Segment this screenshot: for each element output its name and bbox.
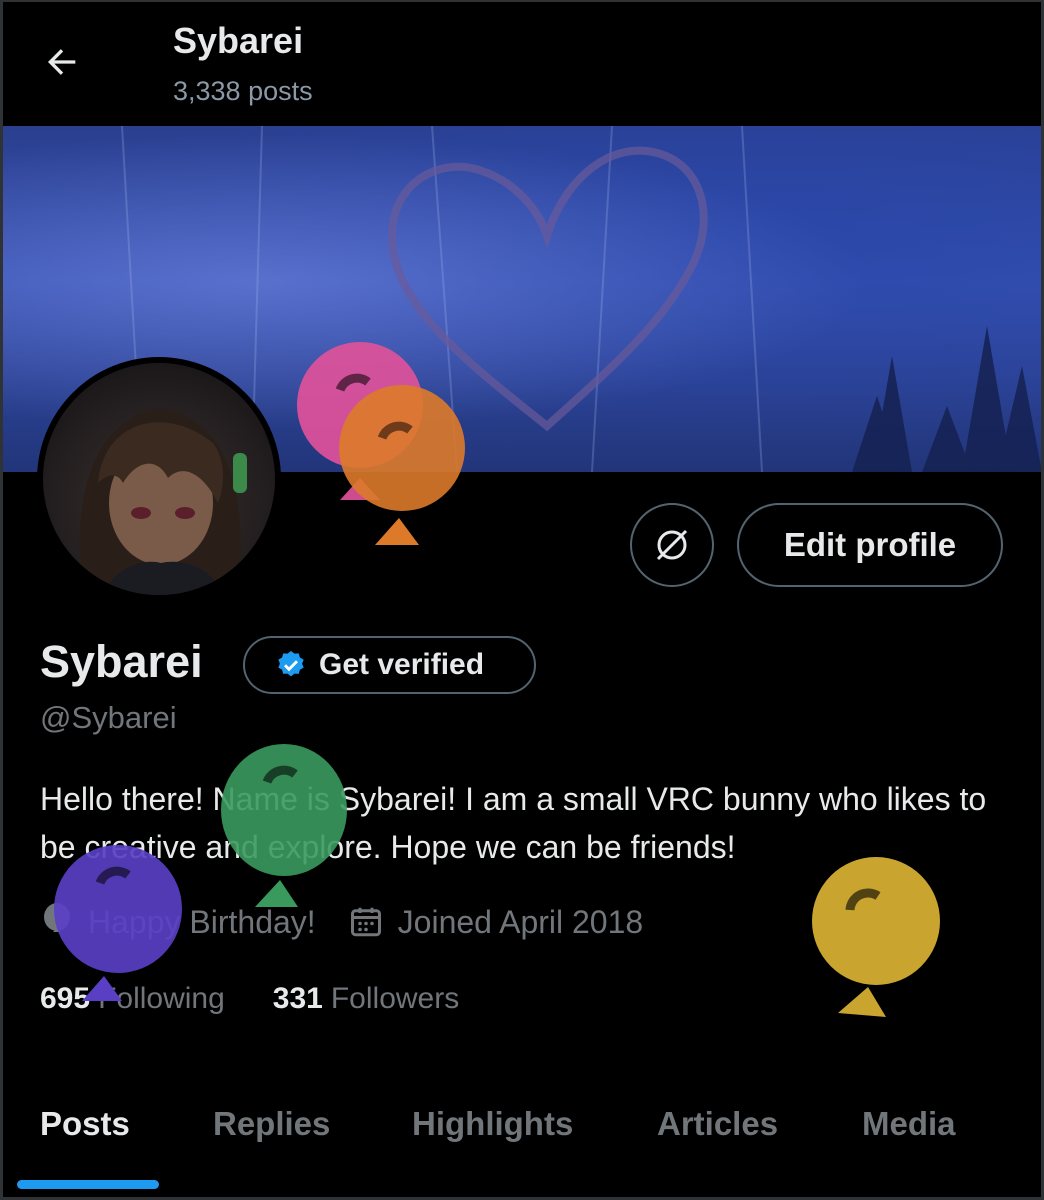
arrow-left-icon — [48, 49, 76, 75]
joined-text: Joined April 2018 — [397, 903, 644, 940]
tab-articles[interactable]: Articles — [657, 1105, 778, 1143]
tab-replies[interactable]: Replies — [213, 1105, 330, 1143]
header-post-count: 3,338 posts — [173, 76, 313, 106]
back-button[interactable] — [38, 38, 86, 86]
tab-posts[interactable]: Posts — [40, 1105, 130, 1143]
tab-media[interactable]: Media — [862, 1105, 956, 1143]
active-tab-indicator — [17, 1180, 159, 1189]
get-verified-button[interactable]: Get verified — [243, 636, 536, 694]
get-verified-label: Get verified — [319, 648, 485, 681]
balloon-green-icon — [221, 744, 347, 907]
followers-label: Followers — [330, 982, 460, 1015]
tab-highlights[interactable]: Highlights — [412, 1105, 573, 1143]
header-title: Sybarei — [173, 20, 304, 61]
verified-badge-icon — [278, 651, 304, 677]
grok-button[interactable] — [630, 503, 714, 587]
profile-handle: @Sybarei — [40, 700, 177, 735]
balloon-orange-icon — [339, 385, 465, 545]
avatar[interactable] — [37, 357, 281, 601]
edit-profile-button[interactable]: Edit profile — [737, 503, 1003, 587]
avatar-image — [43, 363, 275, 595]
joined-item: Joined April 2018 — [348, 903, 644, 941]
calendar-icon — [350, 907, 381, 937]
followers-count: 331 — [272, 982, 323, 1015]
followers-link[interactable]: 331 Followers — [273, 982, 459, 1016]
balloon-purple-icon — [54, 845, 182, 1001]
grok-slash-icon — [656, 529, 688, 561]
balloon-gold-icon — [812, 857, 940, 1017]
display-name: Sybarei — [40, 636, 203, 687]
